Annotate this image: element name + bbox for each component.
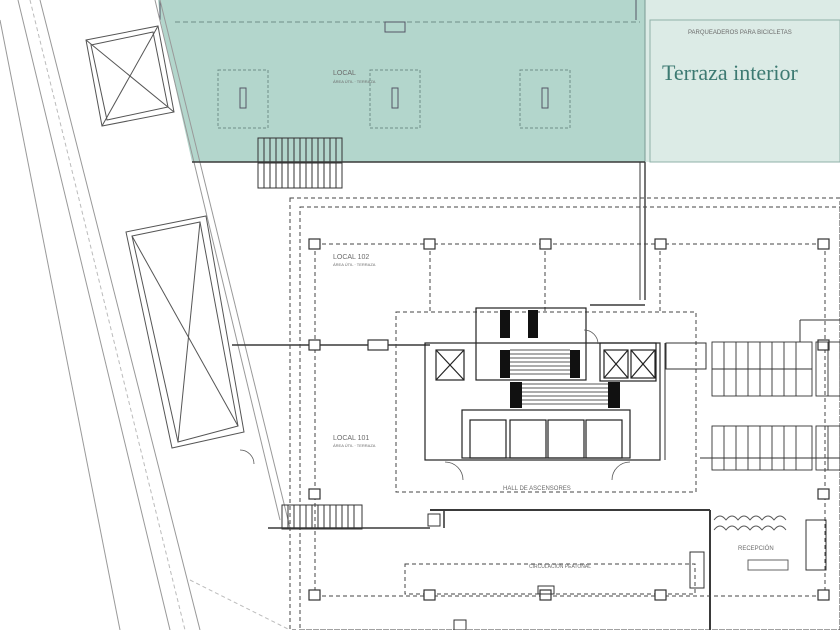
floor-plan-view: LOCAL ÁREA ÚTIL · TERRAZA LOCAL 102 ÁREA…: [0, 0, 840, 630]
label-local-102-sub: ÁREA ÚTIL · TERRAZA: [333, 262, 376, 267]
label-local-102: LOCAL 102: [333, 254, 369, 261]
label-local-101-sub: ÁREA ÚTIL · TERRAZA: [333, 443, 376, 448]
floor-plan-drawing: LOCAL ÁREA ÚTIL · TERRAZA LOCAL 102 ÁREA…: [0, 0, 840, 630]
label-corridor: CIRCULACIÓN PEATONAL: [529, 563, 591, 570]
label-reception: RECEPCIÓN: [738, 545, 774, 552]
terrace-zone: [158, 0, 645, 162]
terrace-title: Terraza interior: [662, 60, 798, 85]
label-elevator-hall: HALL DE ASCENSORES: [503, 486, 571, 492]
label-local-101: LOCAL 101: [333, 435, 369, 442]
label-terrace-local-sub: ÁREA ÚTIL · TERRAZA: [333, 79, 376, 84]
label-terrace-local: LOCAL: [333, 70, 356, 77]
label-bike-parking: PARQUEADEROS PARA BICICLETAS: [688, 30, 792, 36]
